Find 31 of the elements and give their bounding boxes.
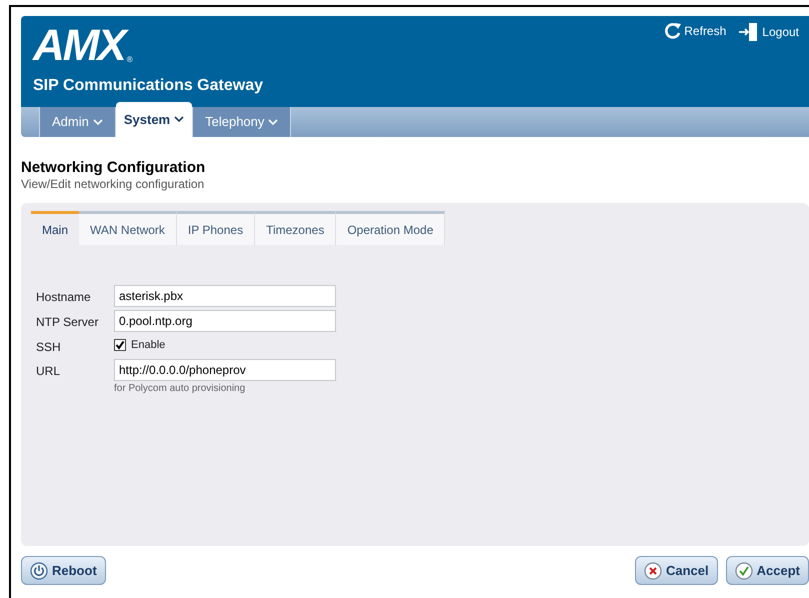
check-icon — [734, 562, 753, 580]
chevron-icon — [92, 118, 103, 126]
registered-mark: ® — [126, 55, 133, 66]
tab[interactable]: Operation Mode — [336, 211, 446, 245]
field-label: URL — [35, 363, 62, 380]
product-title: SIP Communications Gateway — [33, 76, 263, 96]
accept-button[interactable]: Accept — [726, 556, 809, 585]
text-field[interactable]: http://0.0.0.0/phoneprov — [114, 359, 336, 381]
refresh-link[interactable]: Refresh — [664, 22, 726, 40]
tab[interactable]: WAN Network — [79, 211, 177, 245]
field-hint: for Polycom auto provisioning — [114, 382, 246, 396]
chevron-icon — [174, 116, 184, 123]
nav-tab[interactable]: System — [116, 102, 192, 137]
field-label: Hostname — [35, 289, 92, 306]
tab[interactable]: Timezones — [255, 211, 336, 245]
page-title: Networking Configuration — [21, 159, 206, 177]
reboot-button[interactable]: Reboot — [21, 556, 106, 585]
cancel-button[interactable]: Cancel — [635, 556, 718, 585]
text-field[interactable]: asterisk.pbx — [114, 285, 336, 307]
checkbox-label: Enable — [131, 338, 166, 353]
power-icon — [30, 562, 48, 580]
refresh-icon — [664, 22, 682, 40]
logout-link[interactable]: Logout — [738, 22, 799, 42]
checkbox[interactable] — [114, 339, 126, 351]
page-subtitle: View/Edit networking configuration — [21, 177, 206, 191]
close-icon — [644, 562, 662, 580]
tab[interactable]: IP Phones — [176, 211, 256, 245]
text-field[interactable]: 0.pool.ntp.org — [114, 310, 336, 332]
chevron-icon — [268, 118, 278, 126]
field-label: SSH — [35, 339, 62, 356]
field-label: NTP Server — [35, 314, 100, 331]
